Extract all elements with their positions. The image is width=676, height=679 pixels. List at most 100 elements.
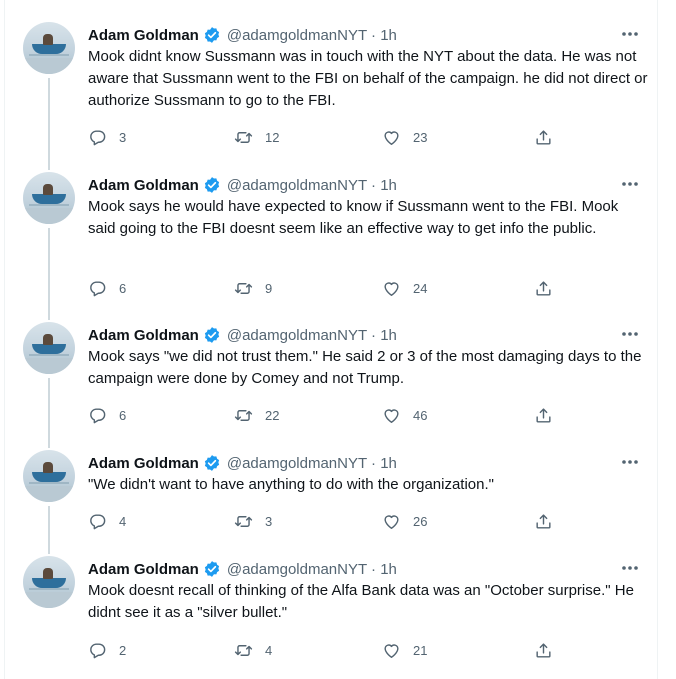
like-icon bbox=[384, 408, 399, 423]
like-button[interactable]: 21 bbox=[382, 638, 427, 662]
share-button[interactable] bbox=[534, 276, 553, 300]
reply-button[interactable]: 6 bbox=[88, 276, 126, 300]
like-icon bbox=[384, 643, 399, 658]
reply-count: 4 bbox=[119, 513, 127, 529]
retweet-icon bbox=[234, 131, 253, 143]
retweet-icon bbox=[234, 515, 253, 527]
share-icon bbox=[536, 642, 551, 658]
tweet-actions: 3 12 23 bbox=[88, 125, 648, 149]
author-handle-time[interactable]: @adamgoldmanNYT · 1h bbox=[227, 561, 397, 578]
retweet-icon bbox=[234, 282, 253, 294]
tweet[interactable]: Adam Goldman @adamgoldmanNYT · 1h "We di… bbox=[5, 428, 657, 534]
tweet[interactable]: Adam Goldman @adamgoldmanNYT · 1h Mook s… bbox=[5, 150, 657, 308]
tweet-thread-timeline: Adam Goldman @adamgoldmanNYT · 1h Mook d… bbox=[4, 0, 658, 679]
more-options-icon[interactable] bbox=[619, 326, 641, 342]
share-icon bbox=[536, 129, 551, 145]
share-icon bbox=[536, 407, 551, 423]
retweet-count: 4 bbox=[265, 642, 273, 658]
share-icon bbox=[536, 513, 551, 529]
author-name[interactable]: Adam Goldman bbox=[88, 27, 199, 44]
share-button[interactable] bbox=[534, 125, 553, 149]
retweet-button[interactable]: 9 bbox=[234, 276, 272, 300]
retweet-icon bbox=[234, 409, 253, 421]
verified-badge-icon bbox=[204, 327, 219, 343]
thread-connector-line bbox=[48, 228, 50, 308]
share-button[interactable] bbox=[534, 509, 553, 533]
thread-connector-line bbox=[48, 428, 50, 448]
retweet-button[interactable]: 22 bbox=[234, 403, 279, 427]
reply-count: 6 bbox=[119, 407, 127, 423]
tweet-actions: 6 22 46 bbox=[88, 403, 648, 427]
tweet-text: Mook didnt know Sussmann was in touch wi… bbox=[88, 48, 648, 109]
more-options-icon[interactable] bbox=[619, 176, 641, 192]
author-name[interactable]: Adam Goldman bbox=[88, 455, 199, 472]
like-button[interactable]: 46 bbox=[382, 403, 427, 427]
verified-badge-icon bbox=[204, 27, 219, 43]
like-button[interactable]: 23 bbox=[382, 125, 427, 149]
tweet-text: Mook says "we did not trust them." He sa… bbox=[88, 348, 642, 387]
reply-button[interactable]: 2 bbox=[88, 638, 126, 662]
like-icon bbox=[384, 514, 399, 529]
tweet[interactable]: Adam Goldman @adamgoldmanNYT · 1h Mook d… bbox=[5, 534, 657, 679]
retweet-count: 12 bbox=[265, 129, 280, 145]
retweet-count: 9 bbox=[265, 280, 273, 296]
like-icon bbox=[384, 281, 399, 296]
avatar[interactable] bbox=[23, 556, 75, 608]
share-button[interactable] bbox=[534, 403, 553, 427]
like-button[interactable]: 26 bbox=[382, 509, 427, 533]
share-button[interactable] bbox=[534, 638, 553, 662]
tweet-actions: 6 9 24 bbox=[88, 276, 648, 300]
avatar[interactable] bbox=[23, 450, 75, 502]
author-name[interactable]: Adam Goldman bbox=[88, 327, 199, 344]
retweet-button[interactable]: 4 bbox=[234, 638, 272, 662]
like-count: 23 bbox=[413, 129, 428, 145]
reply-button[interactable]: 6 bbox=[88, 403, 126, 427]
like-count: 24 bbox=[413, 280, 428, 296]
avatar[interactable] bbox=[23, 322, 75, 374]
reply-icon bbox=[90, 280, 106, 296]
avatar[interactable] bbox=[23, 172, 75, 224]
tweet-actions: 4 3 26 bbox=[88, 509, 648, 533]
tweet-actions: 2 4 21 bbox=[88, 638, 648, 662]
thread-connector-line bbox=[48, 300, 50, 320]
verified-badge-icon bbox=[204, 561, 219, 577]
retweet-icon bbox=[234, 644, 253, 656]
thread-connector-line bbox=[48, 378, 50, 428]
more-options-icon[interactable] bbox=[619, 26, 641, 42]
reply-count: 3 bbox=[119, 129, 127, 145]
avatar[interactable] bbox=[23, 22, 75, 74]
more-options-icon[interactable] bbox=[619, 454, 641, 470]
retweet-count: 22 bbox=[265, 407, 280, 423]
retweet-button[interactable]: 3 bbox=[234, 509, 272, 533]
like-count: 46 bbox=[413, 407, 428, 423]
like-count: 21 bbox=[413, 642, 428, 658]
tweet-text: "We didn't want to have anything to do w… bbox=[88, 476, 494, 493]
reply-count: 2 bbox=[119, 642, 127, 658]
more-options-icon[interactable] bbox=[619, 560, 641, 576]
retweet-button[interactable]: 12 bbox=[234, 125, 279, 149]
author-name[interactable]: Adam Goldman bbox=[88, 561, 199, 578]
verified-badge-icon bbox=[204, 177, 219, 193]
like-button[interactable]: 24 bbox=[382, 276, 427, 300]
author-handle-time[interactable]: @adamgoldmanNYT · 1h bbox=[227, 455, 397, 472]
reply-icon bbox=[90, 407, 106, 423]
author-handle-time[interactable]: @adamgoldmanNYT · 1h bbox=[227, 327, 397, 344]
like-icon bbox=[384, 130, 399, 145]
author-name[interactable]: Adam Goldman bbox=[88, 177, 199, 194]
author-handle-time[interactable]: @adamgoldmanNYT · 1h bbox=[227, 177, 397, 194]
author-handle-time[interactable]: @adamgoldmanNYT · 1h bbox=[227, 27, 397, 44]
thread-connector-line bbox=[48, 506, 50, 534]
tweet[interactable]: Adam Goldman @adamgoldmanNYT · 1h Mook d… bbox=[5, 0, 657, 166]
reply-button[interactable]: 4 bbox=[88, 509, 126, 533]
tweet-text: Mook doesnt recall of thinking of the Al… bbox=[88, 582, 634, 621]
reply-icon bbox=[90, 642, 106, 658]
tweet[interactable]: Adam Goldman @adamgoldmanNYT · 1h Mook s… bbox=[5, 300, 657, 428]
reply-button[interactable]: 3 bbox=[88, 125, 126, 149]
reply-count: 6 bbox=[119, 280, 127, 296]
tweet-text: Mook says he would have expected to know… bbox=[88, 198, 619, 237]
thread-connector-line bbox=[48, 534, 50, 554]
reply-icon bbox=[90, 129, 106, 145]
retweet-count: 3 bbox=[265, 513, 273, 529]
reply-icon bbox=[90, 513, 106, 529]
share-icon bbox=[536, 280, 551, 296]
